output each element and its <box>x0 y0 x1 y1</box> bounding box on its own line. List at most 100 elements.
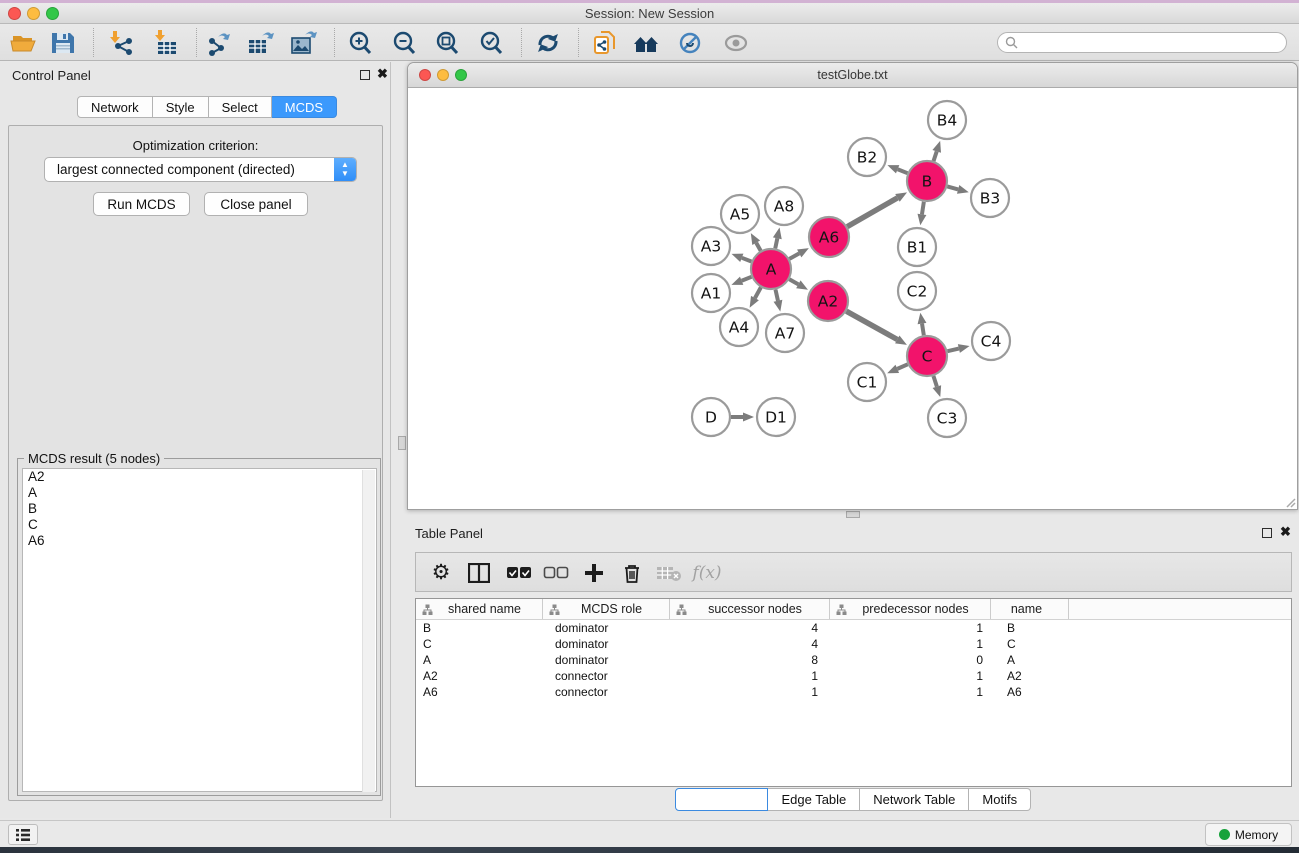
graph-edge-A-A7[interactable] <box>775 290 777 301</box>
home-icon[interactable] <box>632 29 662 57</box>
table-cell[interactable]: A2 <box>416 668 543 684</box>
table-cell[interactable]: connector <box>543 668 670 684</box>
network-graph[interactable]: B4B2BB3A8A5A6A3B1AC2A1A2A4A7C4CC1C3DD1 <box>408 88 1297 509</box>
graph-edge-A-A4[interactable] <box>755 287 761 298</box>
table-cell[interactable]: C <box>991 636 1069 652</box>
tab-node-table[interactable]: Node Table <box>675 788 769 811</box>
add-column-icon[interactable] <box>581 560 607 586</box>
graph-node-C1[interactable]: C1 <box>848 363 886 401</box>
table-cell[interactable]: A <box>991 652 1069 668</box>
table-cell[interactable]: 1 <box>670 684 830 700</box>
result-list-item[interactable]: B <box>23 501 376 517</box>
graph-node-D1[interactable]: D1 <box>757 398 795 436</box>
table-cell[interactable]: 1 <box>830 684 991 700</box>
graph-edge-B-B2[interactable] <box>898 169 908 173</box>
table-cell[interactable]: dominator <box>543 652 670 668</box>
save-session-icon[interactable] <box>48 29 78 57</box>
hide-graphics-details-icon[interactable] <box>675 29 705 57</box>
graph-edge-B-B3[interactable] <box>947 186 958 189</box>
graph-node-B[interactable]: B <box>907 161 947 201</box>
zoom-selected-icon[interactable] <box>477 29 507 57</box>
network-canvas[interactable]: B4B2BB3A8A5A6A3B1AC2A1A2A4A7C4CC1C3DD1 <box>408 88 1297 509</box>
table-cell[interactable]: 1 <box>670 668 830 684</box>
search-input[interactable] <box>1022 34 1280 51</box>
deselect-all-icon[interactable] <box>543 560 569 586</box>
graph-node-B3[interactable]: B3 <box>971 179 1009 217</box>
tab-network-table[interactable]: Network Table <box>860 788 969 811</box>
zoom-out-icon[interactable] <box>390 29 420 57</box>
graph-node-B2[interactable]: B2 <box>848 138 886 176</box>
graph-edge-C-C2[interactable] <box>922 324 924 336</box>
run-mcds-button[interactable]: Run MCDS <box>93 192 190 216</box>
column-header-successor-nodes[interactable]: successor nodes <box>670 599 830 619</box>
criterion-dropdown[interactable]: largest connected component (directed) ▲… <box>44 157 357 182</box>
tab-network[interactable]: Network <box>77 96 153 118</box>
graph-edge-A-A3[interactable] <box>742 258 752 262</box>
column-header-name[interactable]: name <box>991 599 1069 619</box>
graph-edge-B-B1[interactable] <box>922 202 924 215</box>
import-network-icon[interactable] <box>106 29 136 57</box>
table-cell[interactable]: dominator <box>543 620 670 636</box>
delete-column-icon[interactable] <box>619 560 645 586</box>
table-cell[interactable]: connector <box>543 684 670 700</box>
tab-mcds[interactable]: MCDS <box>272 96 337 118</box>
graph-node-C[interactable]: C <box>907 336 947 376</box>
result-list-item[interactable]: A6 <box>23 533 376 549</box>
graph-node-A[interactable]: A <box>751 249 791 289</box>
task-history-button[interactable] <box>8 824 38 845</box>
tab-motifs[interactable]: Motifs <box>969 788 1031 811</box>
close-panel-button[interactable]: Close panel <box>204 192 308 216</box>
graph-node-A6[interactable]: A6 <box>809 217 849 257</box>
table-row[interactable]: Cdominator41C <box>416 636 1291 652</box>
graph-edge-A-A2[interactable] <box>789 279 798 284</box>
graph-node-A4[interactable]: A4 <box>720 308 758 346</box>
horizontal-splitter-handle[interactable] <box>846 511 860 518</box>
tab-style[interactable]: Style <box>153 96 209 118</box>
graph-edge-A-A5[interactable] <box>756 243 760 251</box>
open-file-icon[interactable] <box>9 29 39 57</box>
graph-node-A7[interactable]: A7 <box>766 314 804 352</box>
memory-button[interactable]: Memory <box>1205 823 1292 846</box>
table-cell[interactable]: A <box>416 652 543 668</box>
graph-node-D[interactable]: D <box>692 398 730 436</box>
result-scrollbar[interactable] <box>362 470 375 792</box>
graph-node-B1[interactable]: B1 <box>898 228 936 266</box>
graph-node-C3[interactable]: C3 <box>928 399 966 437</box>
graph-edge-B-B4[interactable] <box>934 151 937 161</box>
graph-node-A8[interactable]: A8 <box>765 187 803 225</box>
mcds-result-list[interactable]: A2ABCA6 <box>22 468 377 792</box>
graph-edge-A-A6[interactable] <box>789 253 799 258</box>
table-cell[interactable]: A2 <box>991 668 1069 684</box>
graph-node-A1[interactable]: A1 <box>692 274 730 312</box>
float-panel-icon[interactable] <box>1262 528 1272 538</box>
table-cell[interactable]: 4 <box>670 636 830 652</box>
resize-grip-icon[interactable] <box>1284 496 1296 508</box>
tab-select[interactable]: Select <box>209 96 272 118</box>
result-list-item[interactable]: C <box>23 517 376 533</box>
export-image-icon[interactable] <box>289 29 319 57</box>
close-panel-icon[interactable]: ✖ <box>377 66 388 82</box>
tab-edge-table[interactable]: Edge Table <box>768 788 860 811</box>
split-panel-icon[interactable] <box>466 560 492 586</box>
graph-edge-A-A8[interactable] <box>775 238 777 248</box>
result-list-item[interactable]: A2 <box>23 469 376 485</box>
graph-node-C2[interactable]: C2 <box>898 272 936 310</box>
column-header-MCDS-role[interactable]: MCDS role <box>543 599 670 619</box>
graph-node-A3[interactable]: A3 <box>692 227 730 265</box>
vertical-splitter-handle[interactable] <box>398 436 406 450</box>
table-row[interactable]: Bdominator41B <box>416 620 1291 636</box>
result-list-item[interactable]: A <box>23 485 376 501</box>
table-cell[interactable]: 8 <box>670 652 830 668</box>
table-cell[interactable]: 1 <box>830 668 991 684</box>
table-row[interactable]: A2connector11A2 <box>416 668 1291 684</box>
table-cell[interactable]: A6 <box>991 684 1069 700</box>
table-cell[interactable]: C <box>416 636 543 652</box>
graph-node-A5[interactable]: A5 <box>721 195 759 233</box>
settings-gear-icon[interactable]: ⚙ <box>428 560 454 586</box>
import-table-icon[interactable] <box>151 29 181 57</box>
table-row[interactable]: Adominator80A <box>416 652 1291 668</box>
graph-edge-C-C4[interactable] <box>947 349 958 352</box>
table-cell[interactable]: 1 <box>830 620 991 636</box>
table-cell[interactable]: 1 <box>830 636 991 652</box>
table-cell[interactable]: 0 <box>830 652 991 668</box>
